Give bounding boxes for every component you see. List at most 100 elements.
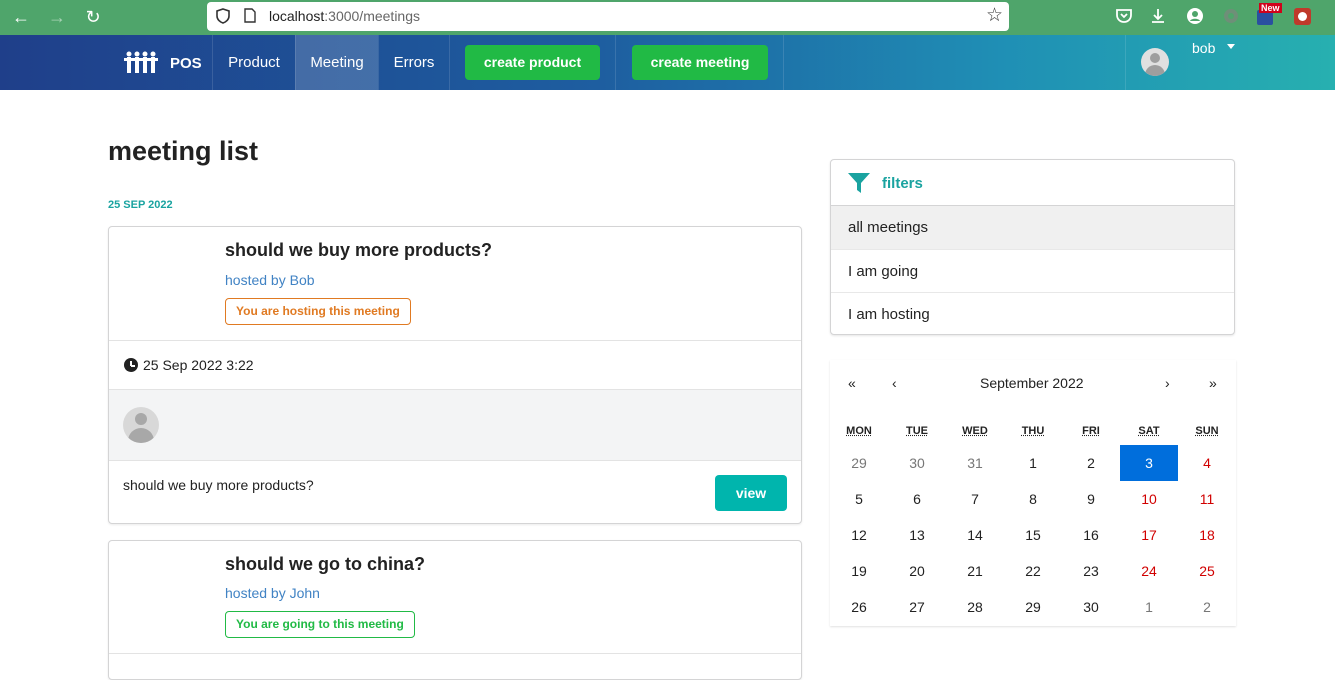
weekday-header: MON: [846, 425, 872, 437]
caret-down-icon[interactable]: [1227, 44, 1235, 49]
nav-divider: [783, 35, 784, 90]
weekday-header: THU: [1021, 425, 1045, 437]
meeting-title[interactable]: should we go to china?: [225, 554, 425, 575]
calendar-day[interactable]: 8: [1004, 481, 1062, 517]
calendar-day[interactable]: 24: [1120, 553, 1178, 589]
weekday-header: TUE: [906, 425, 928, 437]
filter-all-meetings[interactable]: all meetings: [831, 206, 1234, 249]
meeting-time-row: 25 Sep 2022 3:22: [109, 340, 801, 389]
calendar-day[interactable]: 27: [888, 589, 946, 625]
calendar-day[interactable]: 16: [1062, 517, 1120, 553]
meeting-description-row: should we buy more products? view: [109, 460, 801, 523]
nav-product[interactable]: Product: [212, 35, 295, 90]
forward-icon[interactable]: →: [45, 6, 69, 28]
host-link[interactable]: Bob: [290, 272, 315, 288]
meeting-host: hosted by John: [225, 585, 320, 601]
calendar-day[interactable]: 5: [830, 481, 888, 517]
filter-i-am-hosting[interactable]: I am hosting: [831, 292, 1234, 334]
meeting-time-row: [109, 653, 801, 679]
meeting-card: should we buy more products? hosted by B…: [108, 226, 802, 524]
reload-icon[interactable]: ↻: [81, 6, 105, 28]
weekday-header: SUN: [1195, 425, 1219, 437]
calendar-day[interactable]: 12: [830, 517, 888, 553]
clock-icon: [124, 358, 138, 372]
calendar-day[interactable]: 9: [1062, 481, 1120, 517]
calendar-day[interactable]: 1: [1120, 589, 1178, 625]
address-bar[interactable]: localhost:3000/meetings ☆: [207, 2, 1009, 31]
calendar-next-year-button[interactable]: »: [1209, 375, 1217, 391]
extension-badge-icon[interactable]: New: [1257, 3, 1282, 26]
nav-meeting[interactable]: Meeting: [295, 35, 378, 90]
pocket-icon[interactable]: [1114, 6, 1134, 26]
user-avatar[interactable]: [1141, 48, 1169, 76]
calendar-day[interactable]: 30: [1062, 589, 1120, 625]
calendar-day[interactable]: 21: [946, 553, 1004, 589]
browser-toolbar: ← → ↻ localhost:3000/meetings ☆ New: [0, 0, 1335, 35]
download-icon[interactable]: [1148, 6, 1168, 26]
calendar-day[interactable]: 29: [830, 445, 888, 481]
app-navbar: POS Product Meeting Errors create produc…: [0, 35, 1335, 90]
filters-header: filters: [831, 160, 1234, 206]
calendar-day[interactable]: 23: [1062, 553, 1120, 589]
create-meeting-button[interactable]: create meeting: [632, 45, 768, 80]
nav-divider: [449, 35, 450, 90]
brand-name: POS: [170, 54, 202, 72]
filter-i-am-going[interactable]: I am going: [831, 249, 1234, 292]
calendar-day[interactable]: 31: [946, 445, 1004, 481]
calendar-day[interactable]: 2: [1062, 445, 1120, 481]
calendar-day[interactable]: 14: [946, 517, 1004, 553]
nav-errors[interactable]: Errors: [378, 35, 449, 90]
back-icon[interactable]: ←: [9, 6, 33, 28]
calendar-day[interactable]: 4: [1178, 445, 1236, 481]
calendar-day[interactable]: 15: [1004, 517, 1062, 553]
calendar-day[interactable]: 26: [830, 589, 888, 625]
weekday-header: WED: [962, 425, 988, 437]
host-link[interactable]: John: [290, 585, 320, 601]
calendar-day[interactable]: 17: [1120, 517, 1178, 553]
nav-divider: [1125, 35, 1126, 90]
weekday-header: FRI: [1082, 425, 1100, 437]
calendar-prev-month-button[interactable]: ‹: [892, 375, 897, 391]
attendee-avatar[interactable]: [123, 407, 159, 443]
url-text: localhost:3000/meetings: [269, 8, 420, 24]
calendar-day[interactable]: 18: [1178, 517, 1236, 553]
date-group-label: 25 SEP 2022: [108, 199, 173, 211]
calendar: « ‹ September 2022 › » MON TUE WED THU FRI SA…: [830, 360, 1236, 626]
view-button[interactable]: view: [715, 475, 787, 511]
shield-icon: [216, 8, 230, 24]
weekday-header: SAT: [1138, 425, 1160, 437]
user-menu-name[interactable]: bob: [1192, 40, 1215, 56]
meeting-description: should we buy more products?: [123, 477, 314, 493]
calendar-day[interactable]: 30: [888, 445, 946, 481]
calendar-day[interactable]: 11: [1178, 481, 1236, 517]
status-badge: You are going to this meeting: [225, 611, 415, 638]
calendar-day[interactable]: 10: [1120, 481, 1178, 517]
calendar-day[interactable]: 20: [888, 553, 946, 589]
calendar-day[interactable]: 25: [1178, 553, 1236, 589]
extension-red-icon[interactable]: [1293, 6, 1313, 26]
meeting-datetime: 25 Sep 2022 3:22: [143, 357, 254, 373]
calendar-month-label[interactable]: September 2022: [980, 375, 1084, 391]
brand-link[interactable]: POS: [124, 51, 202, 75]
calendar-day[interactable]: 13: [888, 517, 946, 553]
calendar-day[interactable]: 1: [1004, 445, 1062, 481]
create-product-button[interactable]: create product: [465, 45, 600, 80]
extension-gear-icon[interactable]: [1221, 6, 1241, 26]
calendar-day[interactable]: 7: [946, 481, 1004, 517]
account-icon[interactable]: [1185, 6, 1205, 26]
bookmark-star-icon[interactable]: ☆: [986, 6, 1003, 26]
meeting-title[interactable]: should we buy more products?: [225, 240, 492, 261]
calendar-day[interactable]: 3: [1120, 445, 1178, 481]
calendar-day[interactable]: 29: [1004, 589, 1062, 625]
calendar-next-month-button[interactable]: ›: [1165, 375, 1170, 391]
people-logo-icon: [124, 51, 158, 73]
nav-divider: [615, 35, 616, 90]
meeting-host: hosted by Bob: [225, 272, 315, 288]
calendar-day[interactable]: 28: [946, 589, 1004, 625]
filters-title: filters: [882, 175, 923, 192]
calendar-day[interactable]: 6: [888, 481, 946, 517]
calendar-prev-year-button[interactable]: «: [848, 375, 856, 391]
calendar-day[interactable]: 22: [1004, 553, 1062, 589]
calendar-day[interactable]: 2: [1178, 589, 1236, 625]
calendar-day[interactable]: 19: [830, 553, 888, 589]
